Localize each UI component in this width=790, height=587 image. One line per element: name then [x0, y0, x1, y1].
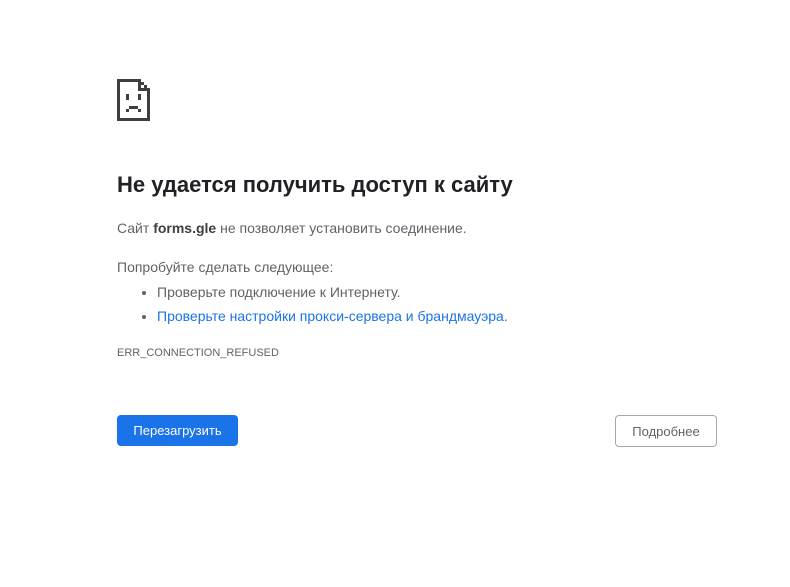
suggestion-suffix: .: [503, 308, 508, 324]
reload-button[interactable]: Перезагрузить: [117, 415, 238, 446]
site-host: forms.gle: [153, 220, 217, 236]
summary-prefix: Сайт: [117, 220, 154, 236]
error-summary: Сайт forms.gle не позволяет установить с…: [117, 218, 467, 238]
sad-page-icon: [117, 79, 151, 123]
suggestions-heading: Попробуйте сделать следующее:: [117, 259, 334, 275]
error-code: ERR_CONNECTION_REFUSED: [117, 347, 279, 359]
suggestion-check-proxy: Проверьте настройки прокси-сервера и бра…: [157, 304, 508, 328]
proxy-settings-link[interactable]: Проверьте настройки прокси-сервера и бра…: [157, 308, 504, 324]
error-page: Не удается получить доступ к сайту Сайт …: [0, 0, 790, 587]
suggestion-text: Проверьте подключение к Интернету.: [157, 284, 401, 300]
suggestions-list: Проверьте подключение к Интернету. Прове…: [117, 280, 508, 328]
summary-suffix: не позволяет установить соединение.: [216, 220, 467, 236]
suggestion-check-connection: Проверьте подключение к Интернету.: [157, 280, 508, 304]
page-title: Не удается получить доступ к сайту: [117, 172, 513, 197]
details-button[interactable]: Подробнее: [615, 415, 717, 447]
